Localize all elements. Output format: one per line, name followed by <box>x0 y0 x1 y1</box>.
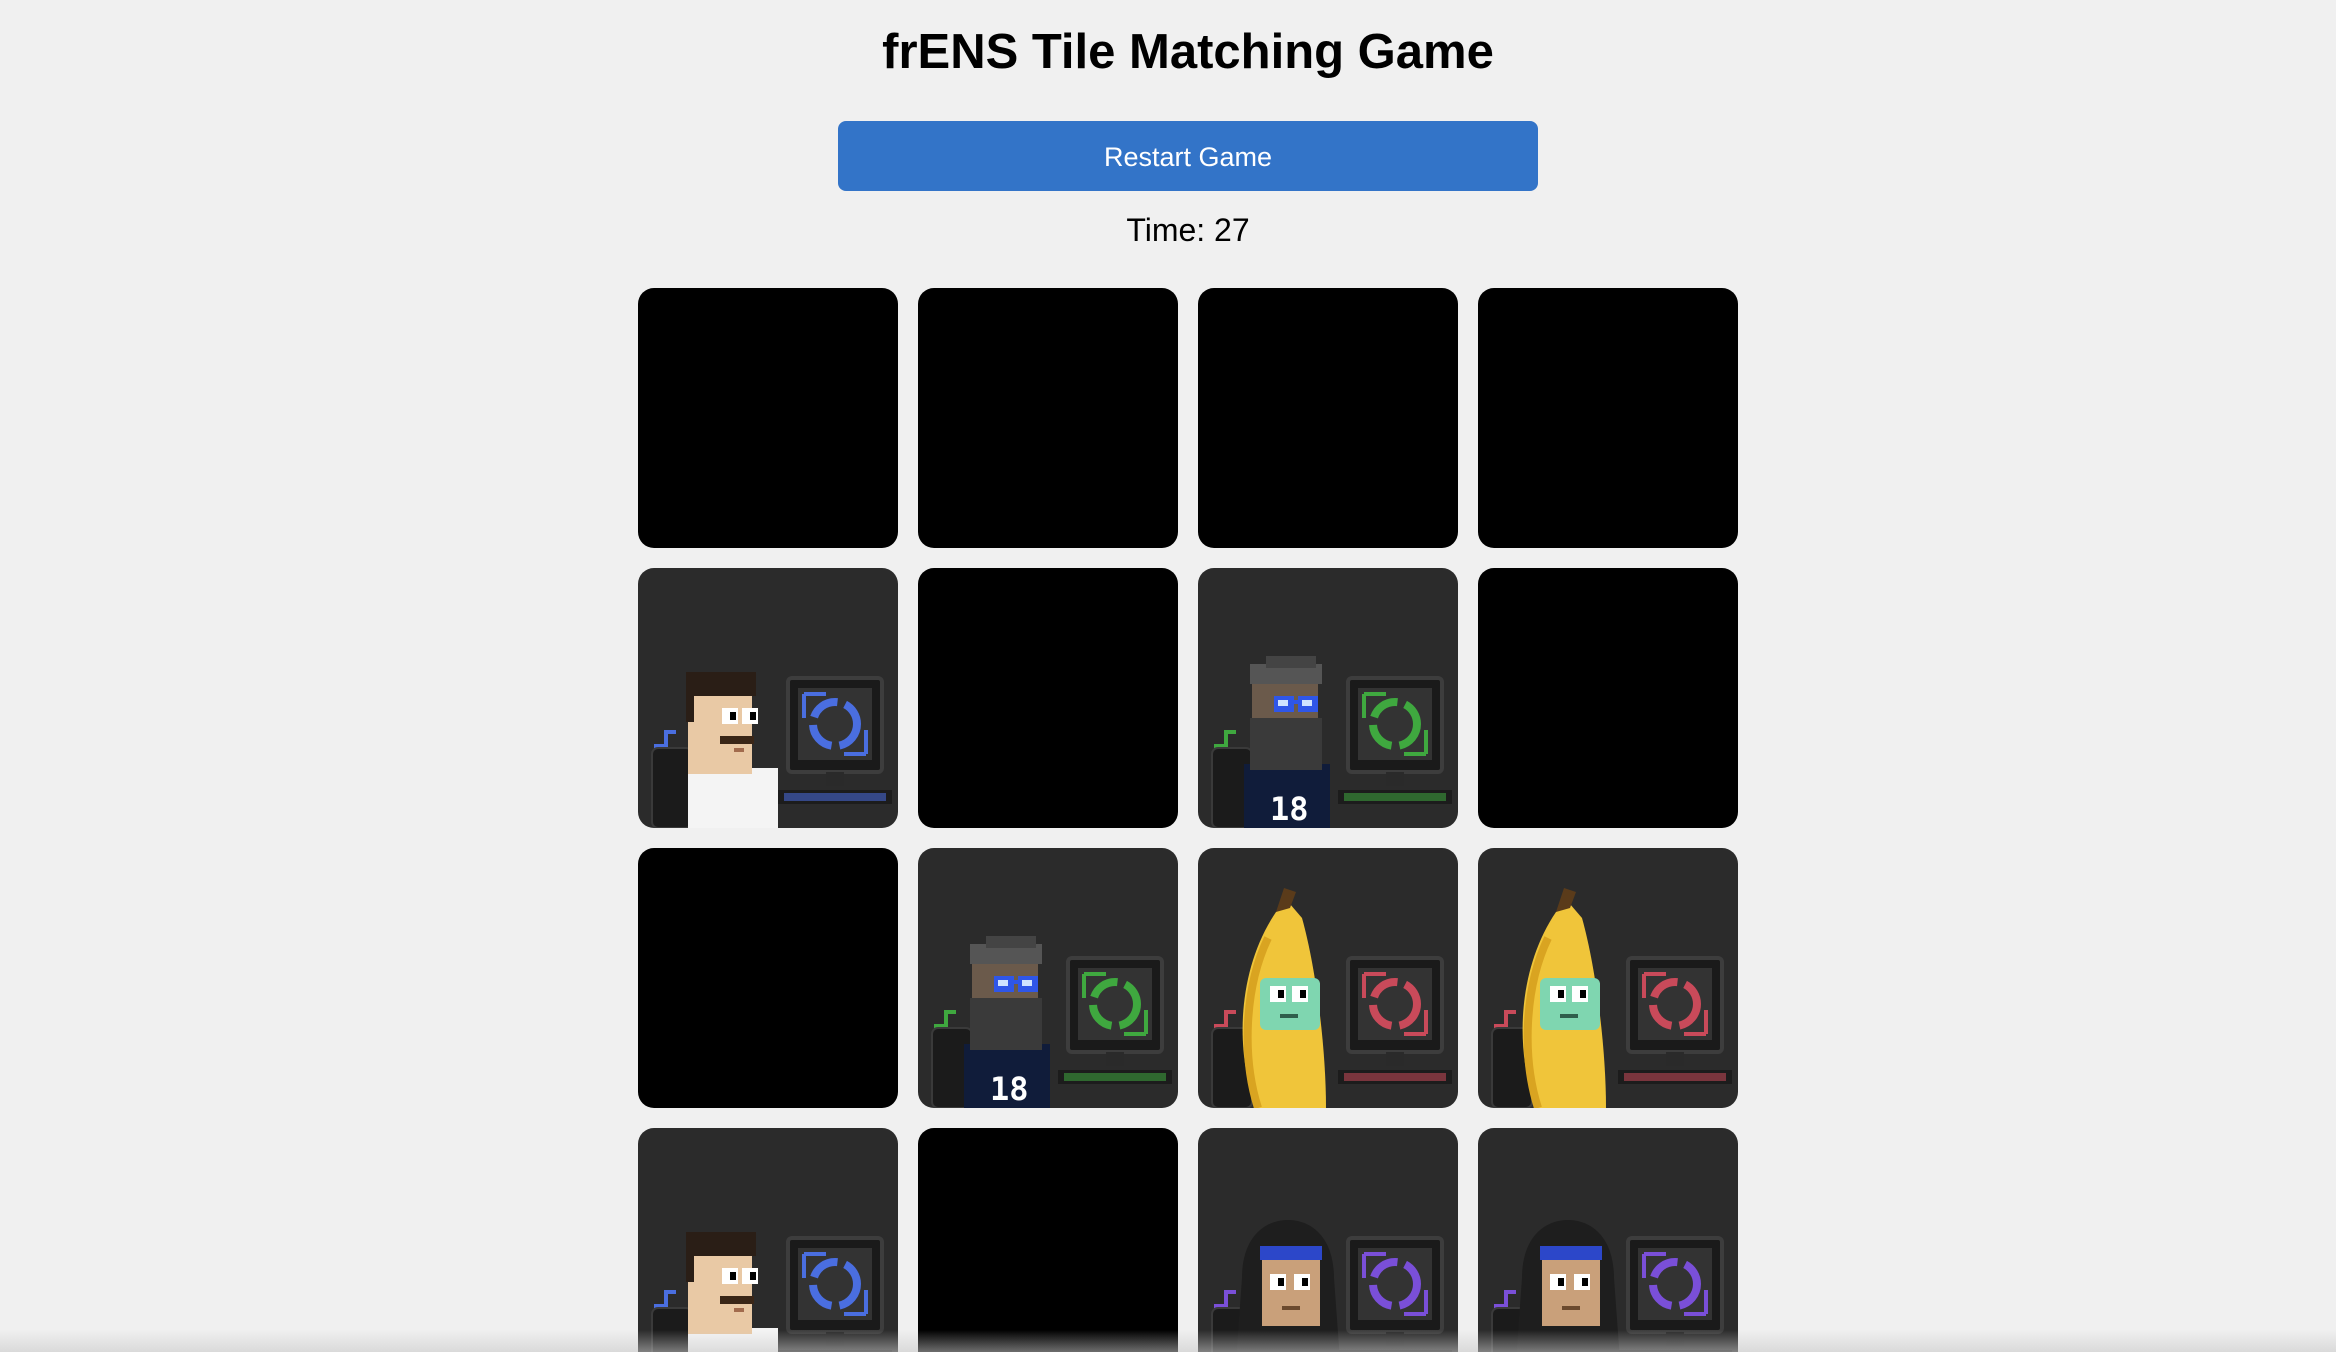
tile-revealed-banana[interactable] <box>1198 848 1458 1108</box>
tile-character-image: 18 <box>1211 656 1452 828</box>
tile-revealed-hooded-person[interactable] <box>1478 1128 1738 1352</box>
tile-revealed-hooded-person[interactable] <box>1198 1128 1458 1352</box>
tile-hidden[interactable] <box>638 288 898 548</box>
tile-revealed-mustache-man[interactable] <box>638 1128 898 1352</box>
tile-revealed-banana[interactable] <box>1478 848 1738 1108</box>
svg-text:18: 18 <box>1270 790 1309 828</box>
svg-text:18: 18 <box>990 1070 1029 1108</box>
tile-character-image <box>1211 888 1452 1108</box>
tile-revealed-bearded-man-jersey-18[interactable]: 18 <box>1198 568 1458 828</box>
tile-hidden[interactable] <box>1198 288 1458 548</box>
tile-character-image <box>1491 888 1732 1108</box>
tile-character-image <box>1491 1220 1732 1352</box>
restart-game-button[interactable]: Restart Game <box>838 121 1538 191</box>
tile-revealed-bearded-man-jersey-18[interactable]: 18 <box>918 848 1178 1108</box>
tile-hidden[interactable] <box>638 848 898 1108</box>
tile-hidden[interactable] <box>918 568 1178 828</box>
tile-hidden[interactable] <box>1478 568 1738 828</box>
tile-character-image <box>651 672 892 828</box>
tile-revealed-mustache-man[interactable] <box>638 568 898 828</box>
tile-character-image: 18 <box>931 936 1172 1108</box>
tile-hidden[interactable] <box>1478 288 1738 548</box>
tile-hidden[interactable] <box>918 1128 1178 1352</box>
tile-hidden[interactable] <box>918 288 1178 548</box>
game-page: frENS Tile Matching Game Restart Game Ti… <box>0 0 2336 1352</box>
tile-character-image <box>651 1232 892 1352</box>
timer-display: Time: 27 <box>1126 212 1250 248</box>
page-title: frENS Tile Matching Game <box>882 25 1494 79</box>
tile-character-image <box>1211 1220 1452 1352</box>
